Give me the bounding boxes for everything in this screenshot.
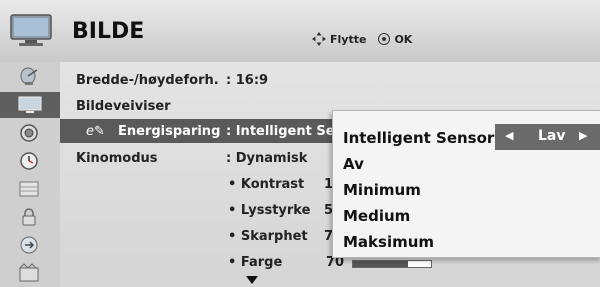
energy-saving-value: : Intelligent Se (226, 124, 335, 139)
satellite-dish-icon (20, 67, 38, 85)
picture-wizard-label: Bildeveiviser (76, 99, 171, 114)
options-grid-icon (19, 181, 39, 197)
hint-ok-label: OK (394, 32, 413, 46)
option-off[interactable]: Av (343, 155, 364, 173)
option-maximum[interactable]: Maksimum (343, 233, 434, 251)
picture-menu-screen: BILDE Flytte OK Bredde-/høydeforh.: 16:… (0, 0, 600, 287)
option-minimum[interactable]: Minimum (343, 181, 421, 199)
aspect-ratio-label: Bredde-/høydeforh. (76, 73, 219, 88)
hint-move-label: Flytte (330, 32, 367, 46)
sidebar-item-audio[interactable] (0, 120, 60, 146)
sidebar-item-time[interactable] (0, 148, 60, 174)
category-sidebar (0, 62, 60, 287)
option-value-selector[interactable]: ◀ Lav ▶ (495, 124, 600, 150)
selected-value: Lav (538, 128, 566, 144)
color-level-bar[interactable] (352, 260, 432, 268)
menu-header: BILDE Flytte OK (0, 0, 600, 62)
lock-icon (22, 208, 36, 226)
picture-mode-value: : Dynamisk (226, 151, 308, 166)
left-arrow-icon[interactable]: ◀ (505, 129, 513, 142)
sidebar-item-input[interactable] (0, 232, 60, 258)
option-intelligent-sensor[interactable]: Intelligent Sensor (343, 129, 494, 147)
tv-picture-icon (18, 96, 42, 113)
contrast-label: Kontrast (228, 177, 304, 192)
energy-saving-popup: Intelligent Sensor ◀ Lav ▶ Av Minimum Me… (332, 110, 600, 258)
option-medium[interactable]: Medium (343, 207, 410, 225)
clock-icon (20, 152, 38, 170)
sidebar-item-setup[interactable] (0, 64, 60, 90)
sidebar-item-options[interactable] (0, 176, 60, 202)
scroll-down-arrow-icon[interactable] (246, 276, 258, 284)
energy-leaf-icon: e✎ (86, 124, 105, 139)
sharpness-label: Skarphet (228, 229, 308, 244)
navigation-hint: Flytte OK (312, 32, 412, 46)
sidebar-item-lock[interactable] (0, 204, 60, 230)
input-plug-icon (20, 236, 38, 254)
aspect-ratio-row[interactable]: Bredde-/høydeforh. : 16:9 (60, 68, 600, 92)
four-way-arrow-icon (312, 32, 326, 46)
tv-menu-icon (10, 13, 52, 47)
right-arrow-icon[interactable]: ▶ (579, 129, 587, 142)
sidebar-item-usb[interactable] (0, 260, 60, 286)
brightness-label: Lysstyrke (228, 203, 311, 218)
usb-media-icon (19, 263, 39, 282)
sidebar-item-picture[interactable] (0, 92, 60, 118)
aspect-ratio-value: : 16:9 (226, 73, 269, 88)
color-level-fill (353, 261, 408, 267)
color-label: Farge (228, 255, 282, 270)
energy-saving-label: Energisparing (118, 124, 221, 139)
page-title: BILDE (72, 19, 145, 44)
speaker-icon (20, 124, 38, 142)
ok-button-icon (378, 33, 391, 45)
picture-mode-label: Kinomodus (76, 151, 158, 166)
